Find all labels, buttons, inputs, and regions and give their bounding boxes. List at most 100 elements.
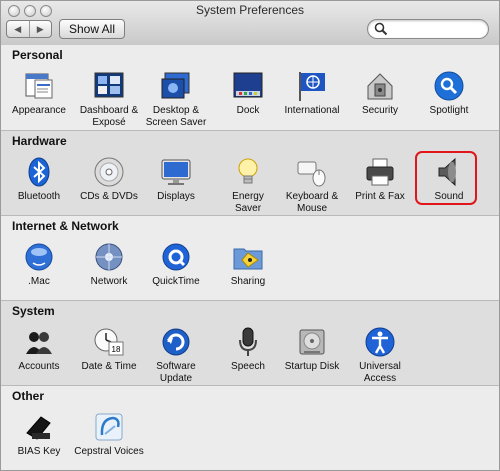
svg-text:18: 18: [112, 345, 121, 354]
pref-pane-international[interactable]: International: [275, 70, 349, 117]
pref-pane-bluetooth[interactable]: Bluetooth: [2, 156, 76, 203]
section-title: Other: [12, 389, 45, 403]
pref-pane-network[interactable]: Network: [72, 241, 146, 288]
dock-icon: [232, 70, 264, 102]
pref-pane-label-line1: Desktop &: [152, 105, 200, 116]
pref-pane-startup-disk[interactable]: Startup Disk: [275, 326, 349, 373]
section-personal: Personal Appearance Dashboard & Exposé Deskt…: [1, 45, 499, 130]
pref-pane-label-line2: Mouse: [296, 203, 327, 214]
pref-pane-label: Software Update: [139, 361, 213, 385]
pref-pane-sharing[interactable]: Sharing: [211, 241, 285, 288]
section-internet-network: Internet & Network .Mac Network QuickTime Sh…: [1, 215, 499, 300]
startup-disk-icon: [296, 326, 328, 358]
history-navigation: ◀ ▶: [6, 20, 52, 38]
pref-pane-label: Energy Saver: [211, 191, 285, 215]
software-update-icon: [160, 326, 192, 358]
pref-pane-appearance[interactable]: Appearance: [2, 70, 76, 117]
pref-pane-label: BIAS Key: [2, 446, 76, 458]
pref-pane-label-line2: Update: [159, 373, 193, 384]
pref-pane-security[interactable]: Security: [343, 70, 417, 117]
pref-pane-label-line1: Bluetooth: [17, 191, 61, 202]
pref-pane-print-fax[interactable]: Print & Fax: [343, 156, 417, 203]
pref-pane-cds-dvds[interactable]: CDs & DVDs: [72, 156, 146, 203]
section-hardware: Hardware Bluetooth CDs & DVDs Displays Energ…: [1, 130, 499, 215]
date-time-icon: 18: [93, 326, 125, 358]
pref-pane-label: Accounts: [2, 361, 76, 373]
international-icon: [296, 70, 328, 102]
toolbar: System Preferences ◀ ▶ Show All: [1, 1, 499, 46]
pref-pane-label: QuickTime: [139, 276, 213, 288]
pref-pane-label: Universal Access: [343, 361, 417, 385]
pref-pane-label: International: [275, 105, 349, 117]
pref-pane-quicktime[interactable]: QuickTime: [139, 241, 213, 288]
bluetooth-icon: [23, 156, 55, 188]
print-fax-icon: [364, 156, 396, 188]
section-system: System Accounts 18 Date & Time Software Updat…: [1, 300, 499, 385]
pref-pane-bias-key[interactable]: BIAS Key: [2, 411, 76, 458]
keyboard-mouse-icon: [296, 156, 328, 188]
pref-pane-software-update[interactable]: Software Update: [139, 326, 213, 385]
pref-pane-keyboard-mouse[interactable]: Keyboard & Mouse: [275, 156, 349, 215]
pref-pane-label-line1: Network: [90, 276, 128, 287]
appearance-icon: [23, 70, 55, 102]
pref-pane-label: .Mac: [2, 276, 76, 288]
back-button[interactable]: ◀: [7, 21, 29, 37]
cepstral-voices-icon: [93, 411, 125, 443]
pref-pane-universal-access[interactable]: Universal Access: [343, 326, 417, 385]
pref-pane-label-line1: Dock: [236, 105, 260, 116]
pref-pane-label-line1: Displays: [157, 191, 195, 202]
pref-pane-dock[interactable]: Dock: [211, 70, 285, 117]
pref-pane-label: CDs & DVDs: [72, 191, 146, 203]
show-all-button[interactable]: Show All: [59, 19, 125, 39]
pref-pane-label: Cepstral Voices: [72, 446, 146, 458]
forward-button[interactable]: ▶: [28, 21, 52, 37]
pref-pane-label-line1: Startup Disk: [284, 361, 340, 372]
search-icon: [374, 22, 388, 36]
pref-pane-label: Displays: [139, 191, 213, 203]
pref-pane-label: Print & Fax: [343, 191, 417, 203]
search-input[interactable]: [390, 21, 486, 39]
pref-pane-label: Bluetooth: [2, 191, 76, 203]
pref-pane-label-line1: Sharing: [230, 276, 266, 287]
pref-pane-label-line1: Print & Fax: [355, 191, 405, 202]
pref-pane-label-line1: Dashboard &: [79, 105, 139, 116]
dotmac-icon: [23, 241, 55, 273]
universal-access-icon: [364, 326, 396, 358]
security-icon: [364, 70, 396, 102]
pref-pane-accounts[interactable]: Accounts: [2, 326, 76, 373]
section-title: System: [12, 304, 55, 318]
pref-pane-label: Appearance: [2, 105, 76, 117]
pref-pane-label: Speech: [211, 361, 285, 373]
pref-pane-label: Dock: [211, 105, 285, 117]
pref-pane-desktop-screensaver[interactable]: Desktop & Screen Saver: [139, 70, 213, 129]
quicktime-icon: [160, 241, 192, 273]
pref-pane-label: Startup Disk: [275, 361, 349, 373]
search-field[interactable]: [367, 19, 489, 39]
pref-pane-energy-saver[interactable]: Energy Saver: [211, 156, 285, 215]
pref-pane-cepstral-voices[interactable]: Cepstral Voices: [72, 411, 146, 458]
pref-pane-label: Dashboard & Exposé: [72, 105, 146, 129]
network-icon: [93, 241, 125, 273]
pref-pane-dotmac[interactable]: .Mac: [2, 241, 76, 288]
pref-pane-spotlight[interactable]: Spotlight: [412, 70, 486, 117]
accounts-icon: [23, 326, 55, 358]
pref-pane-speech[interactable]: Speech: [211, 326, 285, 373]
energy-saver-icon: [232, 156, 264, 188]
system-preferences-window: System Preferences ◀ ▶ Show All Personal…: [0, 0, 500, 471]
pref-pane-displays[interactable]: Displays: [139, 156, 213, 203]
displays-icon: [160, 156, 192, 188]
pref-pane-label: Network: [72, 276, 146, 288]
pref-pane-label-line2: Access: [363, 373, 397, 384]
pref-pane-dashboard-expose[interactable]: Dashboard & Exposé: [72, 70, 146, 129]
pref-pane-label: Spotlight: [412, 105, 486, 117]
section-other: Other BIAS Key Cepstral Voices: [1, 385, 499, 470]
pref-pane-label-line1: Software: [156, 361, 196, 372]
pref-pane-label-line1: Appearance: [12, 105, 66, 116]
pref-pane-label-line1: CDs & DVDs: [80, 191, 138, 202]
pref-pane-label: Sharing: [211, 276, 285, 288]
bias-key-icon: [23, 411, 55, 443]
pref-pane-date-time[interactable]: 18 Date & Time: [72, 326, 146, 373]
pref-pane-label-line1: Speech: [231, 361, 265, 372]
pref-pane-label-line1: Universal: [359, 361, 401, 372]
pref-pane-label-line1: Cepstral Voices: [74, 446, 144, 457]
